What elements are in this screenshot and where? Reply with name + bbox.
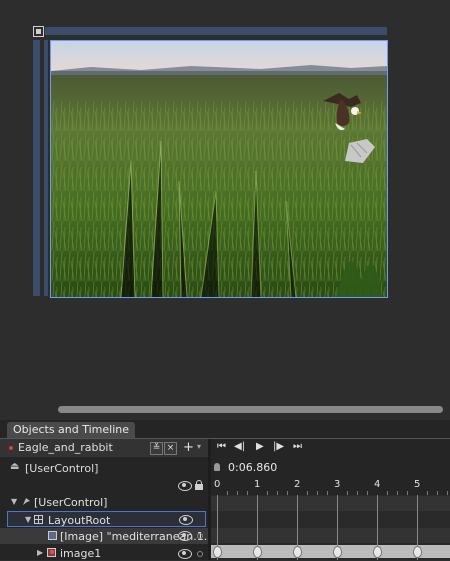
eye-icon[interactable] [179,515,193,525]
timeline-band [211,496,450,511]
tree-toolbar [0,477,208,493]
close-storyboard-button[interactable]: × [164,442,177,455]
collapse-triangle-icon[interactable]: ▶ [37,548,43,557]
vertical-grid-ruler[interactable] [33,40,40,296]
current-time[interactable]: 0:06.860 [228,461,277,474]
expand-triangle-icon[interactable]: ▼ [25,515,31,524]
tree-item-label: [UserControl] [34,496,108,509]
play-button[interactable]: ▶ [256,441,264,452]
tree-item-layoutroot[interactable]: ▼ LayoutRoot [7,511,206,527]
horizontal-grid-ruler[interactable] [45,27,387,35]
lock-toggle-icon[interactable] [197,533,203,539]
tree-item-usercontrol[interactable]: ▼ [UserControl] [0,494,208,510]
eye-icon[interactable] [178,481,192,491]
storyboard-options-icon[interactable]: ≚ [150,442,163,455]
objects-and-timeline-panel: Objects and Timeline Eagle_and_rabbit ≚ … [0,420,450,560]
vertical-grid-ruler-inner [44,40,48,296]
keyframe-marker[interactable] [253,546,262,558]
keyframe-marker[interactable] [213,546,222,558]
tree-item-label: [Image] "mediterranean.1..." [60,530,220,543]
scope-up-icon[interactable]: ⏏ [10,462,20,472]
timeline-ruler-label: 4 [374,479,381,490]
previous-frame-button[interactable]: ◀| [234,441,245,452]
new-storyboard-button[interactable]: + [183,440,194,455]
image-icon [48,531,57,540]
timeline-controls: ⏮ ◀| ▶ |▶ ⏭ [211,439,450,457]
timeline-ruler-label: 3 [334,479,341,490]
lock-toggle-icon[interactable] [197,551,203,557]
timeline-track-area[interactable] [211,495,450,560]
usercontrol-icon [23,498,30,505]
storyboard-name[interactable]: Eagle_and_rabbit [18,441,113,454]
image-icon [47,548,56,557]
go-to-start-button[interactable]: ⏮ [217,441,226,452]
keyframe-marker[interactable] [333,546,342,558]
keyframe-marker[interactable] [413,546,422,558]
tree-item-image-mediterranean[interactable]: [Image] "mediterranean.1..." [0,528,219,544]
timeline-ruler-label: 1 [254,479,261,490]
record-indicator-icon [9,446,13,450]
go-to-end-button[interactable]: ⏭ [293,441,302,452]
expand-triangle-icon[interactable]: ▼ [11,497,17,506]
timeline-ruler-label: 2 [294,479,301,490]
lock-icon[interactable] [195,480,203,490]
timeline-ruler-label: 0 [214,479,221,490]
keyframe-marker[interactable] [373,546,382,558]
scope-root-row[interactable]: ⏏ [UserControl] [0,459,208,477]
grassland-image [51,41,387,297]
tree-item-label: LayoutRoot [48,514,111,527]
timeline-ruler[interactable]: 0 1 2 3 4 5 [211,477,450,495]
keyframe-marker[interactable] [293,546,302,558]
grid-icon [34,515,43,524]
scope-root-label: [UserControl] [25,462,99,475]
eye-icon[interactable] [178,549,192,559]
next-frame-button[interactable]: |▶ [273,441,284,452]
horizontal-scroll-thumb[interactable] [58,406,443,413]
playhead-icon [214,463,220,471]
tab-objects-and-timeline[interactable]: Objects and Timeline [7,422,136,438]
artboard [0,0,450,400]
storyboard-menu-dropdown[interactable]: ▾ [197,442,201,451]
storyboard-header: Eagle_and_rabbit ≚ × + ▾ [0,439,208,457]
eye-icon[interactable] [178,531,192,541]
tree-item-label: image1 [60,547,102,560]
design-canvas[interactable] [50,40,388,298]
artboard-size-icon[interactable] [33,26,44,37]
tree-item-image1[interactable]: ▶ image1 [0,545,208,561]
timeline-ruler-label: 5 [414,479,421,490]
timeline-band [211,528,450,543]
